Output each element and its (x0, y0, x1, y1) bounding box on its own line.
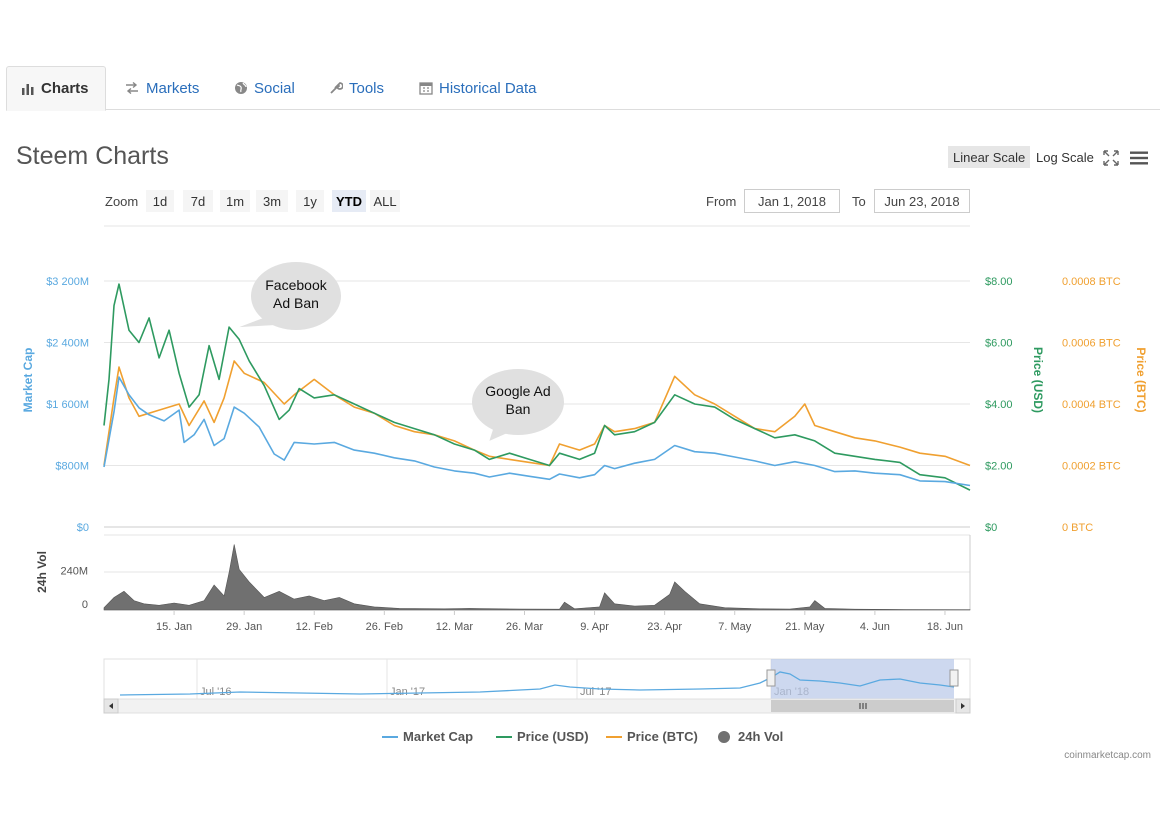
price-usd-tick-label: $8.00 (985, 276, 1013, 288)
legend-dot-icon (718, 731, 730, 743)
market-cap-tick-label: $2 400M (46, 338, 89, 350)
market-cap-tick-label: $1 600M (46, 399, 89, 411)
price-btc-tick-label: 0 BTC (1062, 522, 1093, 534)
annotation-label: Ban (506, 401, 531, 417)
market-cap-tick-label: $800M (55, 461, 89, 473)
price-btc-tick-label: 0.0008 BTC (1062, 276, 1121, 288)
volume-tick-label: 240M (60, 566, 88, 578)
x-tick-label: 18. Jun (927, 621, 963, 633)
price-usd-tick-label: $4.00 (985, 399, 1013, 411)
legend-item[interactable]: Price (BTC) (627, 729, 698, 744)
chart-canvas: $0 $800M $1 600M $2 400M $3 200M $0 $2.00 $4.00… (21, 225, 1148, 744)
legend-item[interactable]: 24h Vol (738, 729, 783, 744)
price-btc-tick-label: 0.0002 BTC (1062, 461, 1121, 473)
volume-axis-title: 24h Vol (35, 551, 49, 593)
x-tick-label: 15. Jan (156, 621, 192, 633)
x-tick-label: 12. Mar (436, 621, 474, 633)
market-cap-tick-label: $0 (77, 522, 89, 534)
x-tick-label: 4. Jun (860, 621, 890, 633)
x-tick-label: 29. Jan (226, 621, 262, 633)
market-cap-axis-title: Market Cap (21, 348, 35, 413)
credit-link[interactable]: coinmarketcap.com (1064, 750, 1151, 761)
x-tick-label: 21. May (785, 621, 825, 633)
x-tick-label: 12. Feb (296, 621, 333, 633)
x-tick-label: 23. Apr (647, 621, 682, 633)
volume-tick-label: 0 (82, 599, 88, 611)
navigator-right-handle[interactable] (949, 669, 959, 687)
legend-item[interactable]: Price (USD) (517, 729, 589, 744)
price-usd-tick-label: $6.00 (985, 338, 1013, 350)
price-usd-axis-title: Price (USD) (1031, 347, 1045, 413)
annotation-label: Facebook (265, 277, 327, 293)
navigator-date-label: Jan '17 (390, 686, 425, 698)
price-usd-tick-label: $2.00 (985, 461, 1013, 473)
navigator-left-handle[interactable] (766, 669, 776, 687)
market-cap-tick-label: $3 200M (46, 276, 89, 288)
annotation-label: Ad Ban (273, 295, 319, 311)
price-btc-tick-label: 0.0006 BTC (1062, 338, 1121, 350)
price-btc-axis-title: Price (BTC) (1134, 347, 1148, 412)
volume-series-area (103, 544, 971, 611)
legend-item[interactable]: Market Cap (403, 729, 473, 744)
x-tick-label: 26. Mar (506, 621, 544, 633)
annotation-label: Google Ad (485, 383, 550, 399)
price-usd-tick-label: $0 (985, 522, 997, 534)
x-tick-label: 7. May (718, 621, 752, 633)
x-tick-label: 9. Apr (580, 621, 609, 633)
price-btc-tick-label: 0.0004 BTC (1062, 399, 1121, 411)
x-tick-label: 26. Feb (366, 621, 403, 633)
